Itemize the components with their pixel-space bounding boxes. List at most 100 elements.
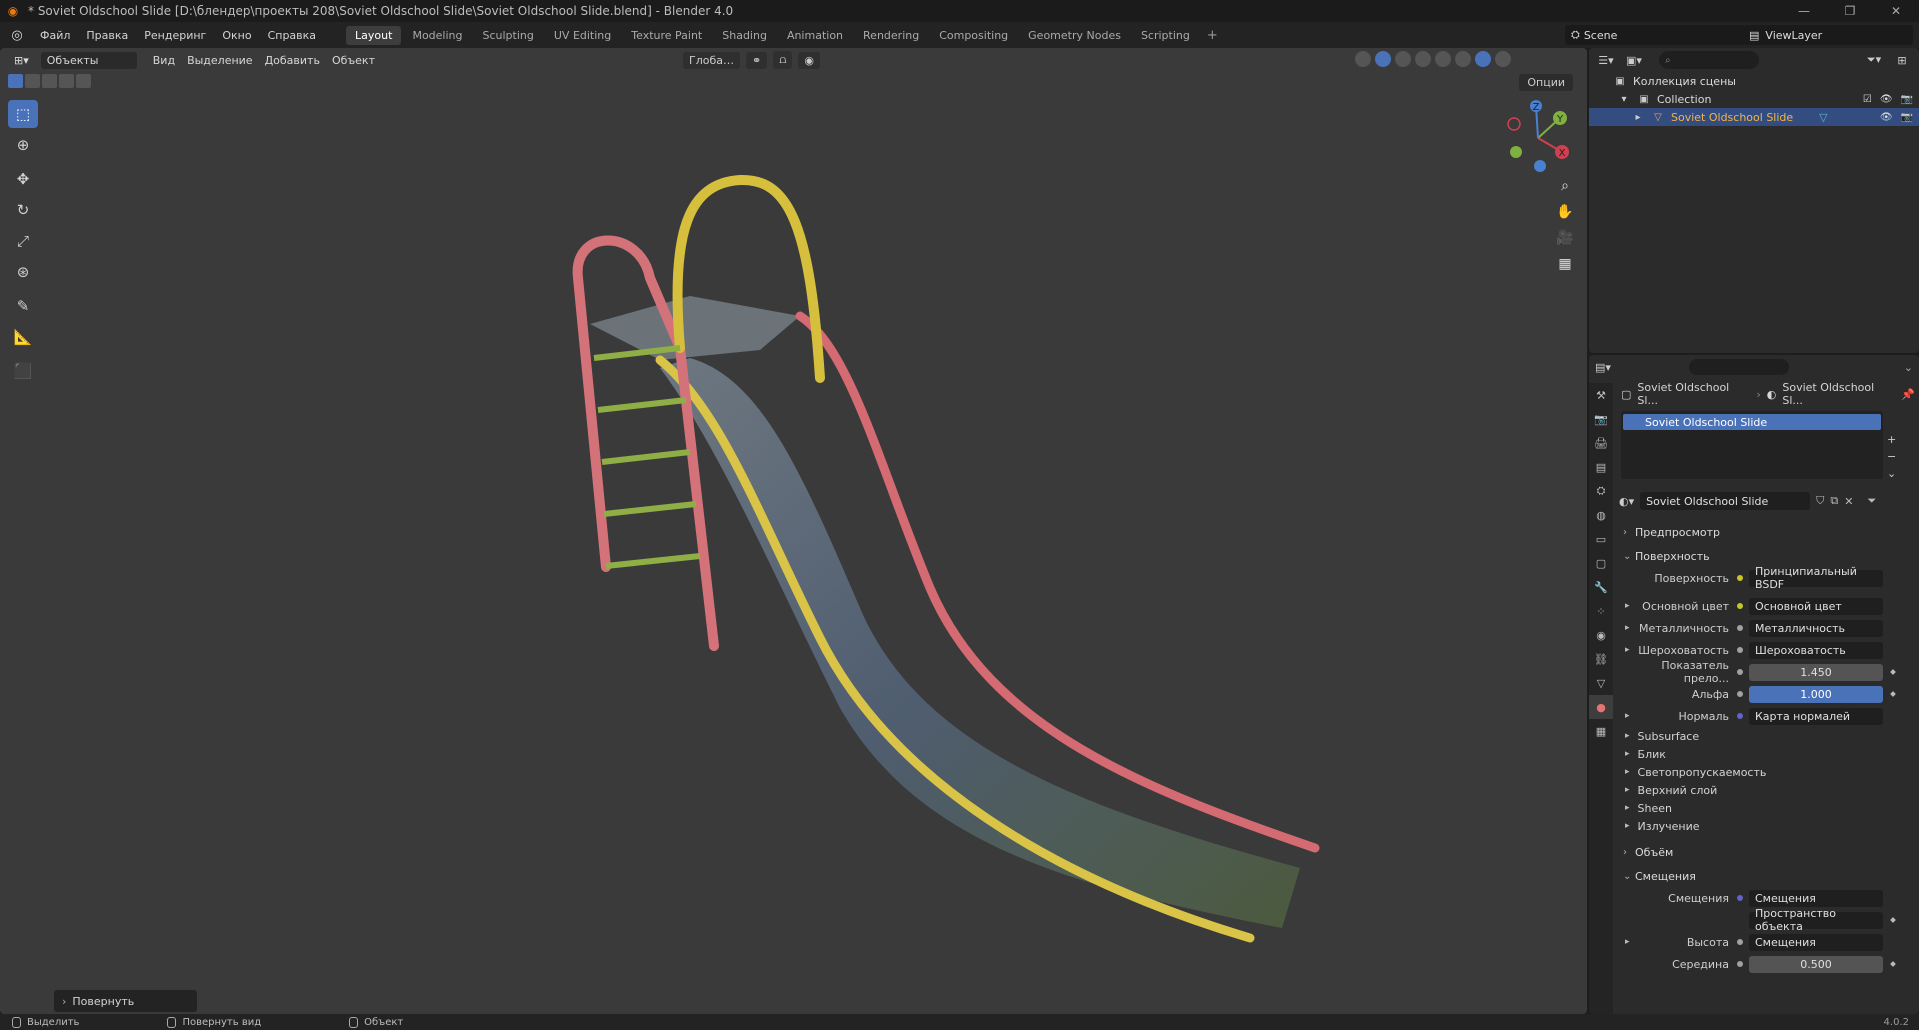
add-slot-icon[interactable]: +: [1887, 433, 1896, 446]
chevron-right-icon[interactable]: ▸: [1625, 711, 1630, 721]
keyframe-icon[interactable]: [1890, 669, 1896, 675]
ior-field[interactable]: 1.450: [1749, 663, 1883, 681]
keyframe-icon[interactable]: [1890, 917, 1896, 923]
xray-icon[interactable]: [1415, 51, 1431, 67]
tool-tab-icon[interactable]: ⚒: [1589, 383, 1613, 407]
base-color-field[interactable]: Основной цвет: [1749, 597, 1883, 615]
mesh-data-icon[interactable]: ▽: [1819, 111, 1827, 124]
physics-tab-icon[interactable]: ◉: [1589, 623, 1613, 647]
material-shading-icon[interactable]: [1475, 51, 1491, 67]
menu-view[interactable]: Вид: [147, 52, 181, 69]
keyframe-icon[interactable]: [1890, 961, 1896, 967]
tab-rendering[interactable]: Rendering: [854, 26, 928, 45]
particles-tab-icon[interactable]: ⁘: [1589, 599, 1613, 623]
chevron-right-icon[interactable]: ▸: [1625, 623, 1630, 633]
menu-render[interactable]: Рендеринг: [136, 29, 214, 42]
proportional-edit-icon[interactable]: ◉: [798, 51, 820, 69]
chevron-down-icon[interactable]: ▾: [1617, 93, 1631, 105]
texture-tab-icon[interactable]: ▦: [1589, 719, 1613, 743]
measure-icon[interactable]: 📐: [8, 323, 38, 351]
camera-view-icon[interactable]: 🎥: [1552, 226, 1578, 250]
collection-tab-icon[interactable]: ▭: [1589, 527, 1613, 551]
subpanel-transmission[interactable]: ▸ Светопропускаемость: [1617, 763, 1915, 781]
zoom-icon[interactable]: ⌕: [1552, 174, 1578, 198]
menu-edit[interactable]: Правка: [78, 29, 136, 42]
cursor-icon[interactable]: ⊕: [8, 131, 38, 159]
scene-tab-icon[interactable]: ⛭: [1589, 479, 1613, 503]
height-field[interactable]: Смещения: [1749, 933, 1883, 951]
roughness-field[interactable]: Шероховатость: [1749, 641, 1883, 659]
select-subtract-icon[interactable]: [42, 74, 57, 88]
tab-shading[interactable]: Shading: [713, 26, 776, 45]
navigation-gizmo[interactable]: X Y Z: [1500, 100, 1576, 176]
surface-shader-field[interactable]: Принципиальный BSDF: [1749, 565, 1883, 591]
displacement-space-dropdown[interactable]: Пространство объекта: [1749, 907, 1883, 933]
maximize-button[interactable]: ❐: [1827, 0, 1873, 22]
menu-window[interactable]: Окно: [214, 29, 259, 42]
keyframe-icon[interactable]: [1890, 691, 1896, 697]
material-slot-list[interactable]: Soviet Oldschool Slide: [1621, 411, 1883, 479]
fake-user-icon[interactable]: ⛉: [1816, 494, 1824, 508]
menu-add[interactable]: Добавить: [259, 52, 326, 69]
subpanel-subsurface[interactable]: ▸ Subsurface: [1617, 727, 1915, 745]
breadcrumb-object[interactable]: Soviet Oldschool Sl...: [1637, 381, 1750, 407]
select-new-icon[interactable]: [8, 74, 23, 88]
filter-icon[interactable]: ⏷▾: [1863, 51, 1885, 69]
tree-item-collection[interactable]: ▾ ▣ Collection ☑ 👁 📷: [1589, 90, 1919, 108]
view-layer-selector[interactable]: ▤ ViewLayer: [1743, 25, 1913, 45]
tab-animation[interactable]: Animation: [778, 26, 852, 45]
outliner-search-input[interactable]: ⌕: [1659, 51, 1759, 69]
tab-compositing[interactable]: Compositing: [930, 26, 1017, 45]
tab-layout[interactable]: Layout: [346, 25, 402, 45]
chevron-down-icon[interactable]: ⌄: [1904, 361, 1913, 374]
link-type-icon[interactable]: ⏷: [1867, 494, 1876, 508]
properties-search-input[interactable]: [1688, 359, 1789, 375]
constraints-tab-icon[interactable]: ⛓: [1589, 647, 1613, 671]
menu-select[interactable]: Выделение: [181, 52, 259, 69]
tree-item-object[interactable]: ▸ ▽ Soviet Oldschool Slide ▽ 👁 📷: [1589, 108, 1919, 126]
duplicate-icon[interactable]: ⧉: [1830, 494, 1838, 508]
move-icon[interactable]: ✥: [8, 165, 38, 193]
pivot-icon[interactable]: ⚭: [746, 51, 768, 69]
subpanel-specular[interactable]: ▸ Блик: [1617, 745, 1915, 763]
subpanel-sheen[interactable]: ▸ Sheen: [1617, 799, 1915, 817]
camera-icon[interactable]: 📷: [1901, 112, 1913, 123]
perspective-grid-icon[interactable]: ▦: [1552, 252, 1578, 276]
blender-menu-icon[interactable]: ◎: [8, 26, 26, 44]
chevron-right-icon[interactable]: ▸: [1625, 601, 1630, 611]
displacement-field[interactable]: Смещения: [1749, 889, 1883, 907]
annotate-icon[interactable]: ✎: [8, 292, 38, 320]
panel-volume[interactable]: › Объём: [1617, 841, 1915, 863]
tab-scripting[interactable]: Scripting: [1132, 26, 1199, 45]
select-box-icon[interactable]: ⬚: [8, 100, 38, 128]
chevron-right-icon[interactable]: ▸: [1625, 937, 1630, 947]
chevron-right-icon[interactable]: ▸: [1625, 645, 1630, 655]
material-name-field[interactable]: Soviet Oldschool Slide: [1640, 492, 1811, 510]
select-intersect-icon[interactable]: [76, 74, 91, 88]
close-button[interactable]: ✕: [1873, 0, 1919, 22]
material-browse-icon[interactable]: ◐▾: [1619, 495, 1634, 508]
chevron-right-icon[interactable]: ▸: [1631, 111, 1645, 123]
editor-type-icon[interactable]: ⊞▾: [8, 52, 35, 69]
panel-displacement[interactable]: ⌄ Смещения: [1617, 865, 1915, 887]
select-extend-icon[interactable]: [25, 74, 40, 88]
last-operator-panel[interactable]: › Повернуть: [54, 990, 197, 1012]
tab-uv-editing[interactable]: UV Editing: [545, 26, 620, 45]
panel-surface[interactable]: ⌄ Поверхность: [1617, 545, 1915, 567]
view-layer-tab-icon[interactable]: ▤: [1589, 455, 1613, 479]
material-tab-icon[interactable]: ●: [1589, 695, 1613, 719]
add-cube-icon[interactable]: ⬛: [8, 357, 38, 385]
solid-shading-icon[interactable]: [1455, 51, 1471, 67]
exclude-checkbox-icon[interactable]: ☑: [1863, 94, 1872, 105]
transform-orientation-dropdown[interactable]: Глоба…: [683, 51, 740, 69]
visibility-icon[interactable]: [1355, 51, 1371, 67]
object-tab-icon[interactable]: ▢: [1589, 551, 1613, 575]
midlevel-field[interactable]: 0.500: [1749, 955, 1883, 973]
world-tab-icon[interactable]: ◍: [1589, 503, 1613, 527]
camera-icon[interactable]: 📷: [1901, 94, 1913, 105]
transform-icon[interactable]: ⊛: [8, 258, 38, 286]
slot-menu-icon[interactable]: ⌄: [1887, 467, 1896, 480]
properties-editor-icon[interactable]: ▤▾: [1595, 361, 1611, 374]
select-invert-icon[interactable]: [59, 74, 74, 88]
render-tab-icon[interactable]: 📷: [1589, 407, 1613, 431]
